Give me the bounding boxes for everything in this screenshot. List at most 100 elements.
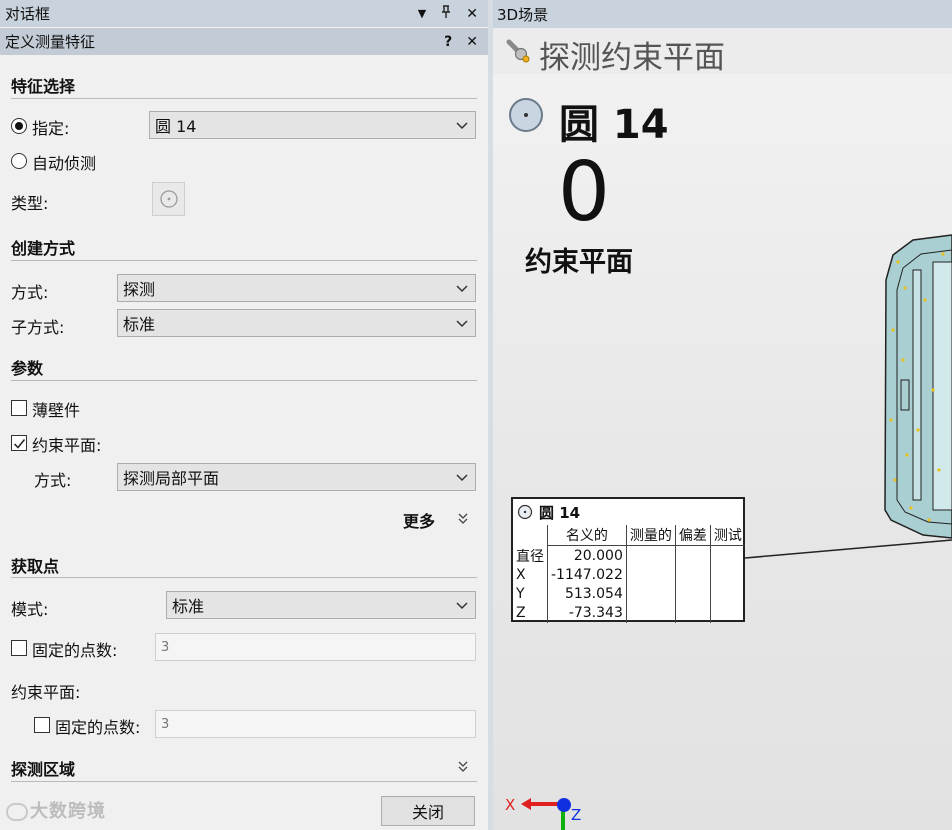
section-divider	[11, 260, 477, 261]
info-nominal-value: -1147.022	[547, 565, 627, 585]
section-divider	[11, 380, 477, 381]
specify-radio[interactable]	[11, 118, 27, 134]
info-test-value	[709, 565, 745, 585]
circle-feature-icon	[517, 504, 533, 520]
part-model-viewport[interactable]	[493, 0, 952, 830]
acquire-points-header: 获取点	[11, 557, 60, 576]
dialog-window-titlebar: 对话框 ▼ ✕	[0, 0, 488, 27]
mode-dropdown[interactable]: 标准	[166, 591, 476, 619]
info-measured-value	[625, 584, 676, 604]
creation-method-header: 创建方式	[11, 239, 76, 258]
more-label: 更多	[403, 512, 436, 531]
watermark-text: 大数跨境	[30, 801, 106, 822]
x-axis-arrowhead	[521, 798, 531, 810]
probe-area-header[interactable]: 探测区域	[11, 756, 75, 780]
watermark-icon	[6, 803, 28, 821]
feature-type-button[interactable]	[152, 182, 185, 216]
part-model[interactable]	[884, 234, 952, 539]
fixed-points-input[interactable]: 3	[155, 633, 476, 661]
dialog-window-title: 对话框	[5, 5, 51, 23]
cp-method-dropdown[interactable]: 探测局部平面	[117, 463, 476, 491]
watermark-logo: 大数跨境	[6, 797, 106, 823]
info-table: 名义的 测量的 偏差 测试 直径 20.000 X -1147.022 Y 51…	[513, 525, 745, 623]
panel-close-icon[interactable]: ✕	[466, 6, 478, 22]
info-row: X -1147.022	[513, 565, 745, 585]
info-col-header	[513, 525, 548, 546]
section-divider	[11, 98, 477, 99]
double-chevron-down-icon[interactable]	[456, 511, 470, 525]
info-row-label: 直径	[516, 548, 544, 565]
scene-panel: 3D场景 探测约束平面 圆 14 0 约束平面 圆 14 名义的 测量的 偏差 …	[493, 0, 952, 830]
feature-select-dropdown[interactable]: 圆 14	[149, 111, 476, 139]
chevron-down-icon	[456, 602, 468, 610]
info-nominal-value: 20.000	[547, 545, 627, 566]
chevron-down-icon	[456, 320, 468, 328]
more-toggle[interactable]: 更多	[403, 508, 435, 532]
dialog-close-icon[interactable]: ✕	[466, 34, 478, 50]
dialog-title: 定义测量特征	[5, 33, 96, 51]
chevron-down-icon	[456, 285, 468, 293]
dialog-panel: 对话框 ▼ ✕ 定义测量特征 ? ✕ 特征选择 指定: 圆 14 自动侦测 类型…	[0, 0, 488, 830]
info-test-value	[709, 603, 745, 623]
info-deviation-value	[674, 584, 711, 604]
cp-fixed-points-value: 3	[161, 716, 170, 732]
method-dropdown[interactable]: 探测	[117, 274, 476, 302]
fixed-points-value: 3	[161, 639, 170, 655]
method-label: 方式:	[11, 283, 49, 302]
constraint-plane-checkbox[interactable]	[11, 435, 27, 451]
info-row: Y 513.054	[513, 584, 745, 604]
cp-method-label: 方式:	[34, 471, 72, 490]
info-row-label: X	[516, 567, 526, 583]
z-axis-marker	[557, 798, 571, 812]
info-box-title-text: 圆 14	[539, 503, 581, 522]
panel-menu-arrow-icon[interactable]: ▼	[418, 7, 426, 20]
leader-line	[744, 539, 952, 559]
submethod-label: 子方式:	[11, 318, 65, 337]
z-axis-label: Z	[571, 806, 581, 824]
info-nominal-value: -73.343	[547, 603, 627, 623]
info-box-title: 圆 14	[517, 501, 580, 523]
info-col-header: 偏差	[674, 525, 711, 546]
cp-fixed-points-input[interactable]: 3	[155, 710, 476, 738]
x-axis-label: X	[505, 796, 515, 814]
fixed-points-label: 固定的点数:	[32, 641, 118, 660]
submethod-value: 标准	[123, 315, 156, 334]
chevron-down-icon	[456, 122, 468, 130]
type-label: 类型:	[11, 194, 49, 213]
info-test-value	[709, 545, 745, 566]
feature-select-value: 圆 14	[155, 117, 197, 136]
section-divider	[11, 577, 477, 578]
feature-selection-header: 特征选择	[11, 77, 76, 96]
pin-icon[interactable]	[440, 4, 452, 23]
submethod-dropdown[interactable]: 标准	[117, 309, 476, 337]
feature-info-box: 圆 14 名义的 测量的 偏差 测试 直径 20.000 X -1147.022…	[511, 497, 745, 623]
fixed-points-checkbox[interactable]	[11, 640, 27, 656]
cp-fixed-points-checkbox[interactable]	[34, 717, 50, 733]
circle-feature-icon	[159, 190, 178, 208]
close-button[interactable]: 关闭	[381, 796, 475, 826]
info-measured-value	[625, 565, 676, 585]
constraint-plane-label: 约束平面:	[32, 436, 102, 455]
info-test-value	[709, 584, 745, 604]
info-row-label: Z	[516, 605, 526, 621]
method-value: 探测	[123, 280, 156, 299]
info-deviation-value	[674, 565, 711, 585]
axis-triad: X Z	[505, 796, 581, 830]
info-row: Z -73.343	[513, 603, 745, 623]
info-row-label: Y	[516, 586, 525, 602]
mode-label: 模式:	[11, 600, 49, 619]
thin-wall-checkbox[interactable]	[11, 400, 27, 416]
help-button[interactable]: ?	[444, 34, 452, 50]
auto-detect-radio[interactable]	[11, 153, 27, 169]
info-row: 直径 20.000	[513, 545, 745, 566]
info-measured-value	[625, 603, 676, 623]
info-col-header: 名义的	[547, 525, 627, 546]
cp-method-value: 探测局部平面	[123, 469, 220, 488]
parameters-header: 参数	[11, 359, 44, 378]
info-col-header: 测量的	[625, 525, 676, 546]
section-divider	[11, 781, 477, 782]
info-nominal-value: 513.054	[547, 584, 627, 604]
double-chevron-down-icon[interactable]	[456, 759, 470, 773]
dialog-titlebar: 定义测量特征 ? ✕	[0, 28, 488, 55]
info-measured-value	[625, 545, 676, 566]
